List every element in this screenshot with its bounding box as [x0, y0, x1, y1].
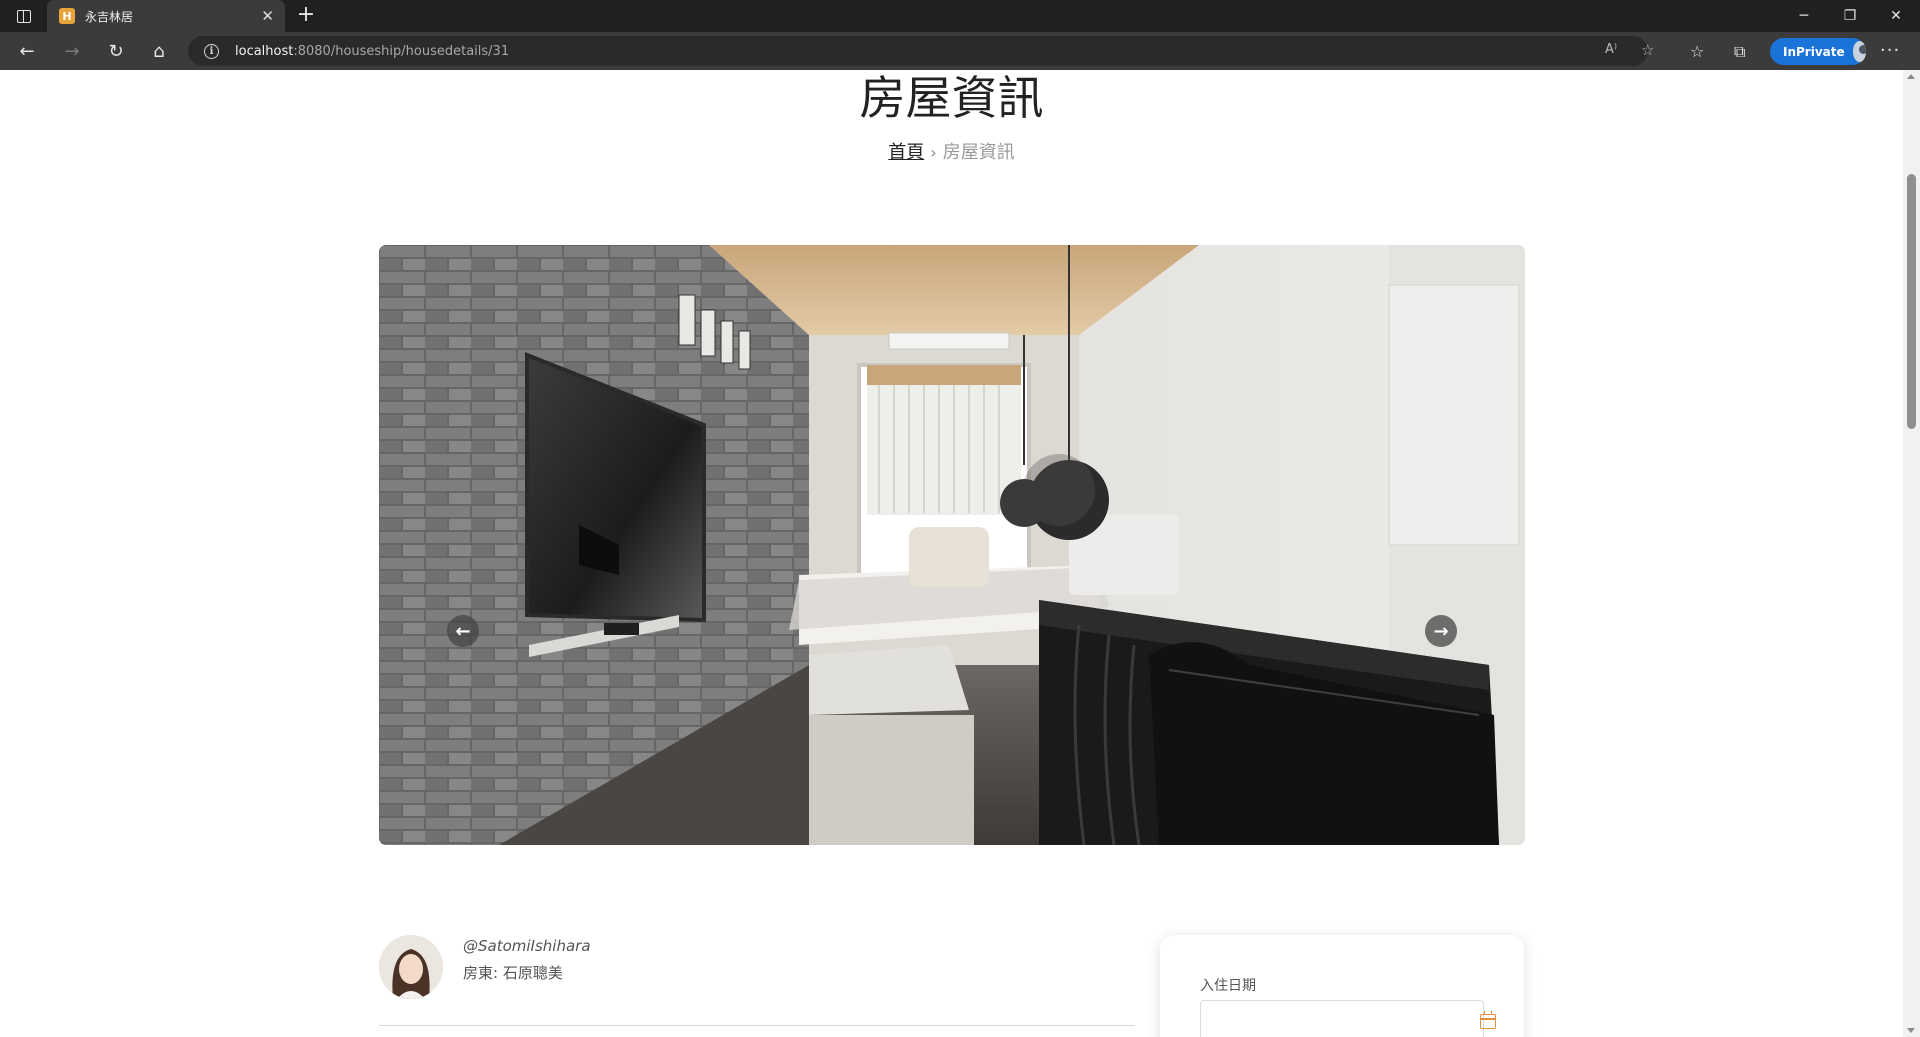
breadcrumb-home-link[interactable]: 首頁	[888, 142, 924, 163]
site-info-icon[interactable]: i	[204, 43, 219, 59]
page-viewport: 房屋資訊 首頁 › 房屋資訊 ← → @SatomiIshihara 房東: 石…	[0, 70, 1903, 1037]
page-title: 房屋資訊	[859, 71, 1044, 125]
host-avatar	[379, 935, 443, 999]
divider	[379, 1025, 1135, 1026]
window-close-icon[interactable]: ✕	[1873, 0, 1919, 32]
url-text[interactable]: localhost:8080/houseship/housedetails/31	[235, 44, 509, 59]
favorites-icon[interactable]: ☆	[1690, 42, 1704, 61]
url-path: :8080/houseship/housedetails/31	[293, 43, 510, 59]
restore-icon[interactable]: ❐	[1827, 0, 1873, 32]
page-scrollbar[interactable]	[1903, 70, 1920, 1037]
minimize-icon[interactable]: ─	[1781, 0, 1827, 32]
booking-card: 入住日期	[1160, 935, 1524, 1037]
back-icon[interactable]: ←	[14, 38, 40, 64]
tab-close-icon[interactable]: ✕	[261, 7, 274, 25]
tab-actions-icon[interactable]	[12, 6, 36, 26]
browser-tab-active[interactable]: H 永吉林居 ✕	[47, 0, 285, 32]
scroll-down-icon[interactable]	[1907, 1028, 1915, 1033]
calendar-icon[interactable]	[1480, 1011, 1496, 1029]
scroll-up-icon[interactable]	[1907, 74, 1915, 79]
inprivate-button[interactable]: InPrivate	[1770, 38, 1866, 65]
host-name: 房東: 石原聰美	[463, 964, 563, 982]
profile-avatar	[1852, 41, 1866, 62]
add-favorite-icon[interactable]: ☆	[1641, 41, 1654, 59]
refresh-icon[interactable]: ↻	[103, 38, 129, 64]
house-photo-carousel[interactable]: ← →	[379, 245, 1525, 845]
home-icon[interactable]: ⌂	[146, 38, 172, 64]
site-favicon-icon: H	[59, 8, 75, 24]
carousel-next-button[interactable]: →	[1425, 615, 1457, 647]
host-handle: @SatomiIshihara	[463, 937, 591, 955]
checkin-date-label: 入住日期	[1200, 978, 1256, 994]
read-aloud-icon[interactable]: A⁾	[1605, 42, 1617, 57]
breadcrumb-separator-icon: ›	[930, 143, 937, 162]
carousel-prev-button[interactable]: ←	[447, 615, 479, 647]
browser-titlebar: H 永吉林居 ✕ + ─ ❐ ✕	[0, 0, 1920, 32]
new-tab-icon[interactable]: +	[295, 3, 317, 27]
forward-icon[interactable]: →	[59, 38, 85, 64]
address-bar[interactable]: i localhost:8080/houseship/housedetails/…	[188, 36, 1654, 66]
more-menu-icon[interactable]: ···	[1880, 40, 1900, 61]
collections-icon[interactable]: ⧉	[1734, 42, 1745, 62]
room-photo	[379, 245, 1525, 845]
checkin-date-input[interactable]	[1200, 1000, 1484, 1037]
browser-toolbar: ← → ↻ ⌂ i localhost:8080/houseship/house…	[0, 32, 1920, 70]
url-host: localhost	[235, 43, 294, 59]
scroll-thumb[interactable]	[1907, 174, 1916, 429]
breadcrumb: 首頁 › 房屋資訊	[0, 138, 1903, 164]
inprivate-label: InPrivate	[1783, 44, 1845, 59]
tab-title: 永吉林居	[85, 9, 134, 24]
breadcrumb-current: 房屋資訊	[942, 142, 1015, 163]
